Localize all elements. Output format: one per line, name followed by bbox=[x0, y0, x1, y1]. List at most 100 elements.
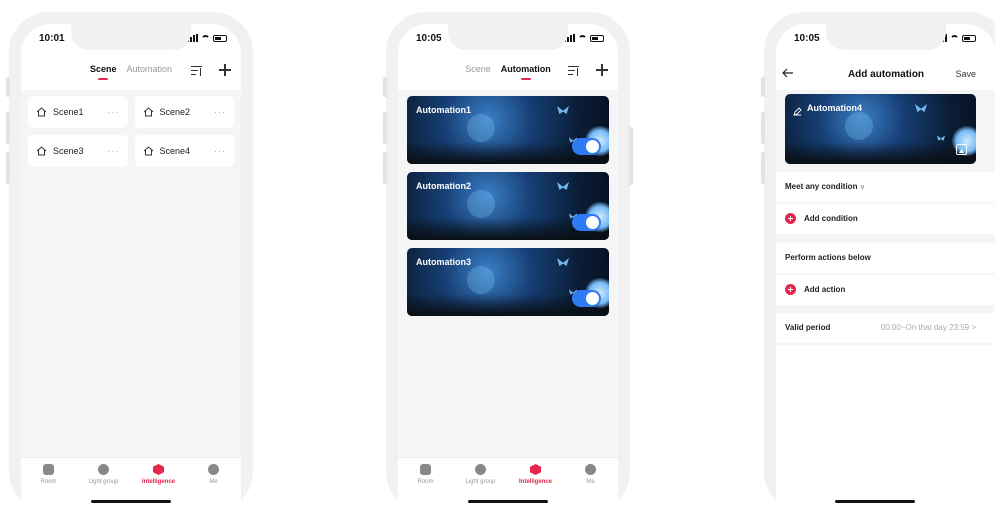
home-icon bbox=[143, 146, 154, 156]
automation-toggle[interactable] bbox=[572, 214, 601, 231]
light-group-icon bbox=[475, 464, 486, 475]
tab-light-group[interactable]: Light group bbox=[456, 464, 506, 485]
add-condition-icon bbox=[785, 213, 796, 224]
phone-button bbox=[761, 112, 765, 144]
header-actions bbox=[191, 64, 231, 76]
tab-label: Room bbox=[417, 479, 434, 485]
bottom-tab-bar: Room Light group Intelligence Me bbox=[21, 457, 241, 509]
valid-period-row[interactable]: Valid period 00:00~On that day 23:59 > bbox=[776, 313, 995, 343]
more-icon[interactable]: ··· bbox=[214, 107, 226, 117]
butterfly-image bbox=[557, 258, 569, 266]
intelligence-icon bbox=[530, 464, 541, 475]
home-icon bbox=[36, 146, 47, 156]
automation-card[interactable]: Automation2 bbox=[407, 172, 609, 240]
scene-name: Scene3 bbox=[53, 146, 84, 156]
add-icon[interactable] bbox=[219, 64, 231, 76]
chevron-right-icon: > bbox=[971, 323, 976, 332]
automation-card[interactable]: Automation3 bbox=[407, 248, 609, 316]
add-action-icon bbox=[785, 284, 796, 295]
cover-image: Automation4 bbox=[785, 94, 976, 164]
scene-card[interactable]: Scene3 ··· bbox=[28, 135, 128, 167]
save-button[interactable]: Save bbox=[955, 69, 976, 79]
tab-label: Light group bbox=[465, 479, 496, 485]
add-condition-row[interactable]: Add condition bbox=[776, 204, 995, 234]
tab-me[interactable]: Me bbox=[566, 464, 616, 485]
add-action-row[interactable]: Add action bbox=[776, 275, 995, 305]
add-icon[interactable] bbox=[596, 64, 608, 76]
valid-period-value: 00:00~On that day 23:59 > bbox=[881, 323, 976, 332]
tab-label: Light group bbox=[88, 479, 119, 485]
scene-grid: Scene1 ··· Scene2 ··· Scene3 ··· Scene4 … bbox=[28, 96, 234, 167]
condition-header[interactable]: Meet any condition v bbox=[776, 172, 995, 202]
notch bbox=[826, 24, 946, 50]
automation-title: Automation1 bbox=[416, 105, 471, 115]
phone-button bbox=[6, 152, 10, 184]
condition-text: Meet any condition bbox=[785, 182, 858, 191]
actions-label: Perform actions below bbox=[785, 253, 871, 262]
tab-room[interactable]: Room bbox=[401, 464, 451, 485]
automation-name[interactable]: Automation4 bbox=[807, 103, 862, 113]
bottom-tab-bar: Room Light group Intelligence Me bbox=[398, 457, 618, 509]
scene-card[interactable]: Scene1 ··· bbox=[28, 96, 128, 128]
butterfly-image bbox=[936, 135, 946, 141]
scene-card[interactable]: Scene4 ··· bbox=[134, 135, 234, 167]
automation-title: Automation3 bbox=[416, 257, 471, 267]
more-icon[interactable]: ··· bbox=[108, 146, 120, 156]
phone-scene: 10:01 Scene Automation Scene1 ··· Scene2… bbox=[6, 12, 253, 509]
change-image-icon[interactable] bbox=[956, 144, 967, 155]
sort-icon[interactable] bbox=[568, 65, 580, 76]
wifi-icon bbox=[578, 34, 587, 42]
scene-card[interactable]: Scene2 ··· bbox=[134, 96, 234, 128]
page-header: Add automation Save bbox=[776, 54, 995, 90]
phone-button bbox=[383, 112, 387, 144]
screen: 10:05 Scene Automation Automation1 Autom… bbox=[398, 24, 618, 509]
tab-label: Room bbox=[40, 479, 57, 485]
valid-period-text: 00:00~On that day 23:59 bbox=[880, 323, 970, 332]
butterfly-image bbox=[915, 104, 927, 112]
blank-area bbox=[776, 345, 995, 509]
automation-toggle[interactable] bbox=[572, 290, 601, 307]
system-icons bbox=[564, 34, 604, 42]
tab-label: Me bbox=[586, 479, 595, 485]
screen: 10:01 Scene Automation Scene1 ··· Scene2… bbox=[21, 24, 241, 509]
home-icon bbox=[143, 107, 154, 117]
tab-scene[interactable]: Scene bbox=[90, 64, 117, 74]
door-icon bbox=[43, 464, 54, 475]
butterfly-image bbox=[557, 182, 569, 190]
tab-automation[interactable]: Automation bbox=[127, 64, 173, 74]
chevron-down-icon: v bbox=[860, 184, 865, 191]
top-nav: Scene Automation bbox=[21, 54, 241, 90]
tab-me[interactable]: Me bbox=[189, 464, 239, 485]
tab-intelligence[interactable]: Intelligence bbox=[511, 464, 561, 485]
status-time: 10:01 bbox=[39, 33, 65, 44]
tab-automation[interactable]: Automation bbox=[501, 64, 551, 74]
tab-label: Me bbox=[209, 479, 218, 485]
wifi-icon bbox=[201, 34, 210, 42]
top-nav: Scene Automation bbox=[398, 54, 618, 90]
notch bbox=[71, 24, 191, 50]
tab-light-group[interactable]: Light group bbox=[79, 464, 129, 485]
phone-button bbox=[6, 77, 10, 97]
phone-button bbox=[629, 127, 633, 185]
add-condition-label: Add condition bbox=[804, 214, 858, 223]
battery-icon bbox=[590, 34, 604, 42]
condition-label: Meet any condition v bbox=[785, 182, 864, 191]
more-icon[interactable]: ··· bbox=[214, 146, 226, 156]
stage: 10:01 Scene Automation Scene1 ··· Scene2… bbox=[0, 0, 995, 509]
tab-scene[interactable]: Scene bbox=[465, 64, 491, 74]
automation-cover[interactable]: Automation4 bbox=[785, 94, 976, 164]
home-indicator bbox=[835, 500, 915, 503]
tab-room[interactable]: Room bbox=[24, 464, 74, 485]
sort-icon[interactable] bbox=[191, 65, 203, 76]
tab-intelligence[interactable]: Intelligence bbox=[134, 464, 184, 485]
profile-icon bbox=[585, 464, 596, 475]
automation-card[interactable]: Automation1 bbox=[407, 96, 609, 164]
more-icon[interactable]: ··· bbox=[108, 107, 120, 117]
home-icon bbox=[36, 107, 47, 117]
scene-name: Scene2 bbox=[159, 107, 191, 117]
actions-header: Perform actions below bbox=[776, 243, 995, 273]
phone-add-automation: 10:05 Add automation Save Automation4 Me… bbox=[761, 12, 995, 509]
edit-pencil-icon[interactable] bbox=[793, 103, 802, 116]
automation-title: Automation2 bbox=[416, 181, 471, 191]
automation-toggle[interactable] bbox=[572, 138, 601, 155]
